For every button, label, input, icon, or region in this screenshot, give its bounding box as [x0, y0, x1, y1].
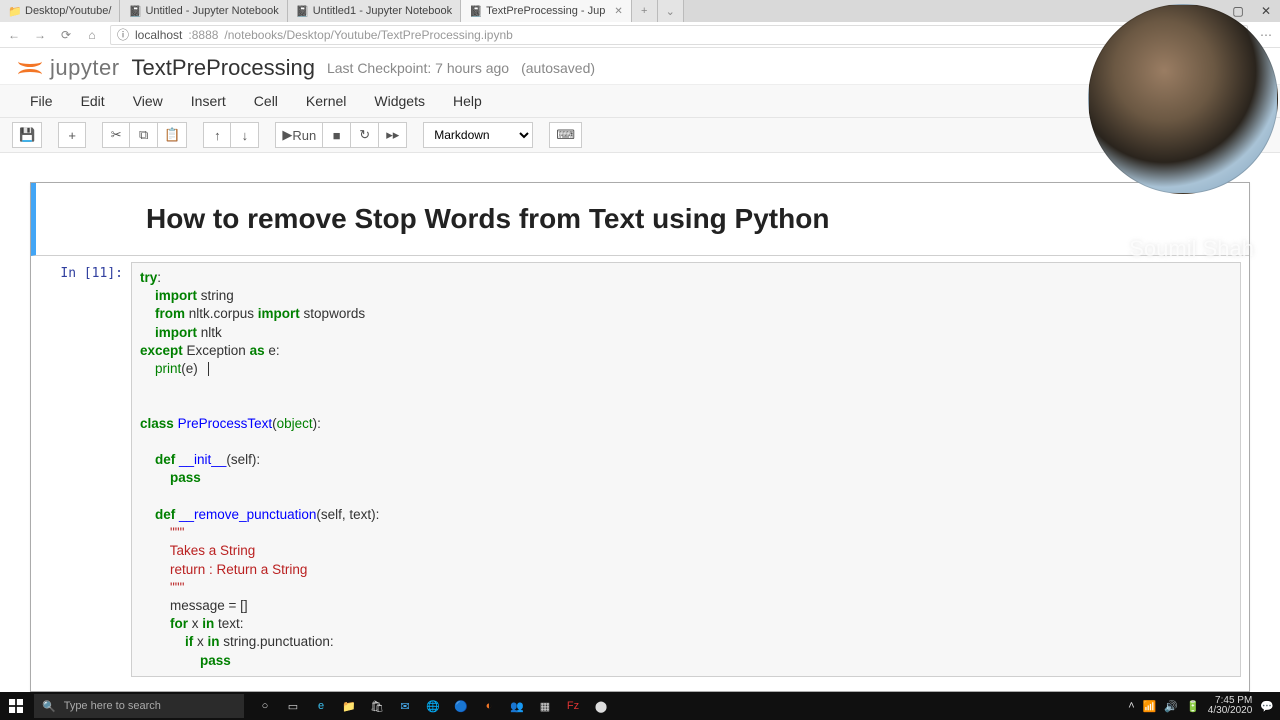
volume-icon[interactable]: 🔊 [1164, 700, 1178, 713]
home-icon[interactable]: ⌂ [84, 28, 100, 42]
filezilla-icon[interactable]: Fz [560, 692, 586, 720]
taskbar-search[interactable]: 🔍 Type here to search [34, 694, 244, 718]
tab-menu-button[interactable]: ⌄ [658, 0, 684, 22]
tab-label: TextPreProcessing - Jup [486, 5, 605, 17]
windows-taskbar: 🔍 Type here to search ○ ▭ e 📁 🛍 ✉ 🌐 🔵 ◐ … [0, 692, 1280, 720]
stop-button[interactable]: ■ [323, 122, 351, 148]
browser-tab[interactable]: 📁 Desktop/Youtube/ [0, 0, 120, 22]
notebook-title[interactable]: TextPreProcessing [132, 55, 315, 81]
menu-cell[interactable]: Cell [240, 93, 292, 109]
browser-tab[interactable]: 📓 Untitled1 - Jupyter Notebook [288, 0, 461, 22]
more-icon[interactable]: ⋯ [1258, 28, 1274, 42]
notifications-icon[interactable]: 💬 [1260, 700, 1274, 713]
markdown-cell[interactable]: How to remove Stop Words from Text using… [31, 183, 1249, 256]
window-close-button[interactable]: ✕ [1252, 4, 1280, 18]
heading-text: How to remove Stop Words from Text using… [146, 203, 1229, 235]
obs-icon[interactable]: ⬤ [588, 692, 614, 720]
input-prompt: In [11]: [31, 262, 131, 677]
jupyter-icon: 📓 [128, 5, 140, 17]
menu-insert[interactable]: Insert [177, 93, 240, 109]
browser-toolbar: ← → ⟳ ⌂ ⓘ localhost :8888/notebooks/Deskt… [0, 22, 1280, 48]
cortana-icon[interactable]: ○ [252, 692, 278, 720]
checkpoint-text: Last Checkpoint: 7 hours ago [327, 60, 509, 76]
url-host: localhost [135, 28, 182, 42]
notebook-area[interactable]: How to remove Stop Words from Text using… [0, 170, 1280, 692]
system-tray: ˄ 📶 🔊 🔋 7:45 PM 4/30/2020 💬 [1128, 696, 1280, 717]
menu-view[interactable]: View [119, 93, 177, 109]
network-icon[interactable]: 📶 [1143, 700, 1157, 713]
jupyter-logo[interactable]: jupyter [16, 54, 120, 82]
menu-file[interactable]: File [16, 93, 67, 109]
browser-tab[interactable]: 📓 Untitled - Jupyter Notebook [120, 0, 287, 22]
jupyter-icon: 📓 [469, 5, 481, 17]
url-path: /notebooks/Desktop/Youtube/TextPreProces… [224, 28, 512, 42]
address-bar[interactable]: ⓘ localhost :8888/notebooks/Desktop/Youtu… [110, 25, 1248, 45]
copy-button[interactable]: ⧉ [130, 122, 158, 148]
browser-tab-active[interactable]: 📓 TextPreProcessing - Jup ✕ [461, 0, 632, 22]
clock-date: 4/30/2020 [1208, 706, 1253, 717]
browser-tab-strip: 📁 Desktop/Youtube/ 📓 Untitled - Jupyter … [0, 0, 1280, 22]
code-editor[interactable]: try: import string from nltk.corpus impo… [131, 262, 1241, 677]
task-view-icon[interactable]: ▭ [280, 692, 306, 720]
cell-type-select[interactable]: Markdown [423, 122, 533, 148]
jupyter-taskbar-icon[interactable]: ◐ [476, 692, 502, 720]
new-tab-button[interactable]: + [632, 0, 658, 22]
menu-kernel[interactable]: Kernel [292, 93, 360, 109]
move-up-button[interactable]: ↑ [203, 122, 231, 148]
text-caret [208, 362, 209, 376]
info-icon: ⓘ [117, 26, 129, 43]
search-placeholder: Type here to search [64, 700, 161, 712]
cut-button[interactable]: ✂ [102, 122, 130, 148]
run-button[interactable]: ▶ Run [275, 122, 323, 148]
restart-button[interactable]: ↻ [351, 122, 379, 148]
start-button[interactable] [0, 699, 32, 713]
forward-icon[interactable]: → [32, 28, 48, 42]
run-label: Run [292, 128, 316, 143]
jupyter-header: jupyter TextPreProcessing Last Checkpoin… [0, 48, 1280, 84]
back-icon[interactable]: ← [6, 28, 22, 42]
webcam-overlay [1088, 4, 1278, 194]
autosaved-text: (autosaved) [521, 60, 595, 76]
teams-icon[interactable]: 👥 [504, 692, 530, 720]
app-icon[interactable]: 🔵 [448, 692, 474, 720]
jupyter-logo-text: jupyter [50, 55, 120, 81]
folder-icon: 📁 [8, 5, 20, 17]
mail-icon[interactable]: ✉ [392, 692, 418, 720]
taskbar-clock[interactable]: 7:45 PM 4/30/2020 [1208, 696, 1253, 717]
jupyter-icon: 📓 [296, 5, 308, 17]
search-icon: 🔍 [42, 700, 56, 713]
add-cell-button[interactable]: + [58, 122, 86, 148]
menu-help[interactable]: Help [439, 93, 496, 109]
tab-label: Untitled1 - Jupyter Notebook [313, 5, 452, 17]
jupyter-logo-icon [16, 54, 44, 82]
url-port: :8888 [188, 28, 218, 42]
refresh-icon[interactable]: ⟳ [58, 28, 74, 42]
tab-label: Desktop/Youtube/ [25, 5, 111, 17]
menu-widgets[interactable]: Widgets [360, 93, 439, 109]
store-icon[interactable]: 🛍 [364, 692, 390, 720]
jupyter-toolbar: 💾 + ✂ ⧉ 📋 ↑ ↓ ▶ Run ■ ↻ ▸▸ Markdown ⌨ [0, 118, 1280, 153]
tray-chevron-icon[interactable]: ˄ [1128, 700, 1134, 712]
paste-button[interactable]: 📋 [158, 122, 187, 148]
save-button[interactable]: 💾 [12, 122, 42, 148]
chrome-icon[interactable]: 🌐 [420, 692, 446, 720]
close-icon[interactable]: ✕ [614, 6, 622, 17]
code-cell[interactable]: In [11]: try: import string from nltk.co… [31, 256, 1249, 683]
menu-edit[interactable]: Edit [67, 93, 119, 109]
edge-icon[interactable]: e [308, 692, 334, 720]
tab-label: Untitled - Jupyter Notebook [145, 5, 278, 17]
command-palette-button[interactable]: ⌨ [549, 122, 582, 148]
move-down-button[interactable]: ↓ [231, 122, 259, 148]
explorer-icon[interactable]: 📁 [336, 692, 362, 720]
restart-run-all-button[interactable]: ▸▸ [379, 122, 407, 148]
app-icon[interactable]: ▦ [532, 692, 558, 720]
battery-icon[interactable]: 🔋 [1186, 700, 1200, 713]
